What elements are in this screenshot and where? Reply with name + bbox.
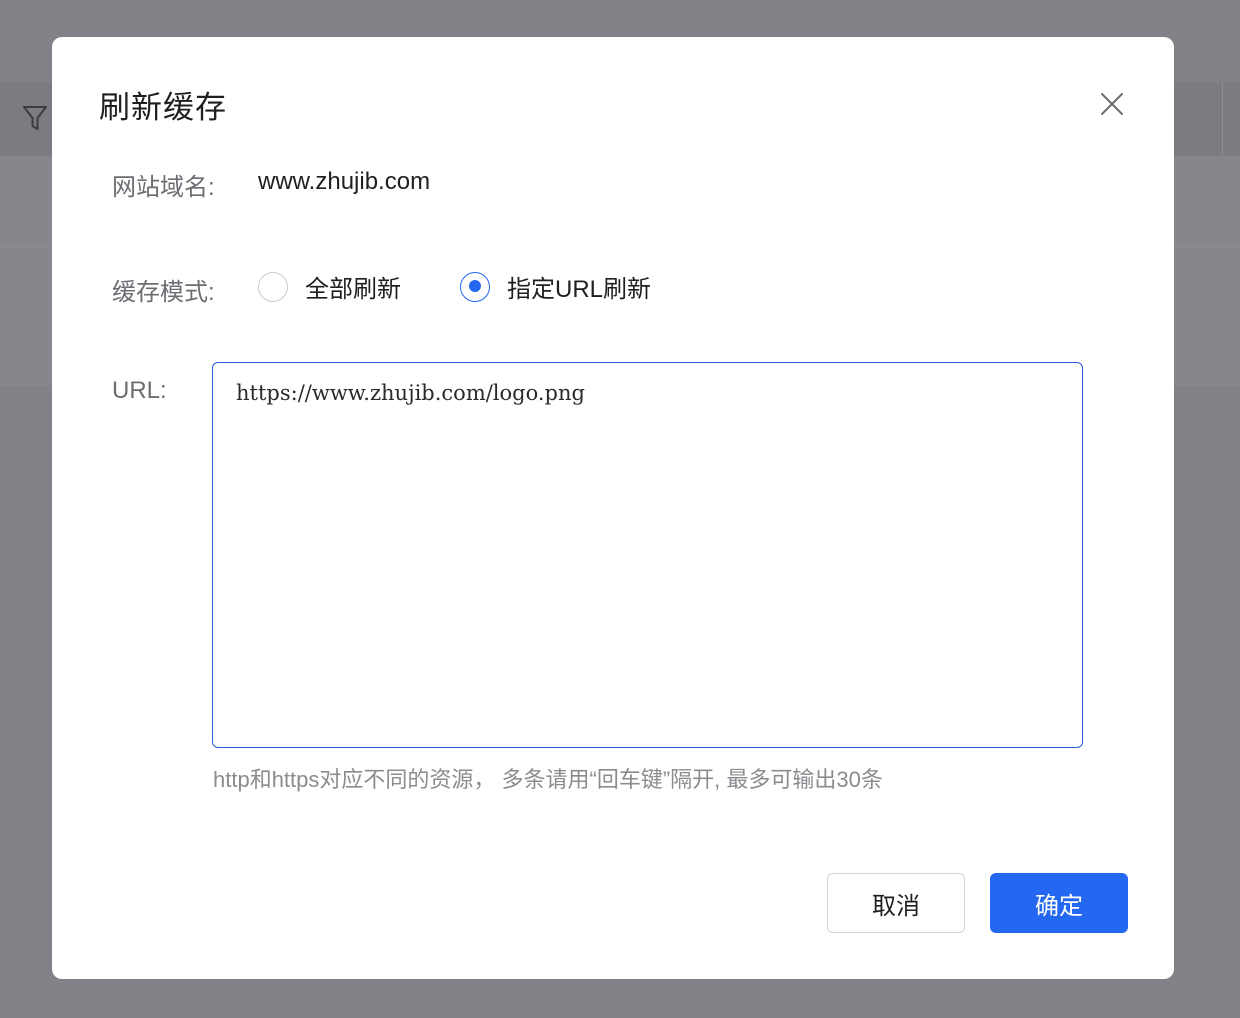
- close-icon[interactable]: [1097, 89, 1127, 119]
- radio-circle-unchecked[interactable]: [258, 271, 288, 302]
- radio-refresh-all-label: 全部刷新: [305, 276, 401, 303]
- radio-circle-checked[interactable]: [460, 271, 490, 302]
- url-label: URL:: [112, 377, 167, 404]
- radio-refresh-url-label: 指定URL刷新: [507, 276, 652, 303]
- background-toolbar-divider: [1222, 82, 1223, 156]
- confirm-button[interactable]: 确定: [990, 873, 1128, 933]
- radio-refresh-all[interactable]: 全部刷新: [258, 269, 401, 304]
- filter-icon: [23, 106, 47, 130]
- domain-value: www.zhujib.com: [258, 168, 431, 195]
- dialog-title: 刷新缓存: [99, 90, 227, 125]
- url-hint-text: http和https对应不同的资源， 多条请用“回车键”隔开, 最多可输出30条: [213, 767, 883, 792]
- domain-label: 网站域名:: [112, 174, 215, 201]
- radio-refresh-url[interactable]: 指定URL刷新: [460, 269, 651, 304]
- cache-mode-label: 缓存模式:: [112, 279, 215, 306]
- url-textarea[interactable]: https://www.zhujib.com/logo.png: [212, 362, 1083, 748]
- cancel-button[interactable]: 取消: [827, 873, 965, 933]
- refresh-cache-dialog: 刷新缓存 网站域名: www.zhujib.com 缓存模式: 全部刷新 指定U…: [52, 37, 1174, 979]
